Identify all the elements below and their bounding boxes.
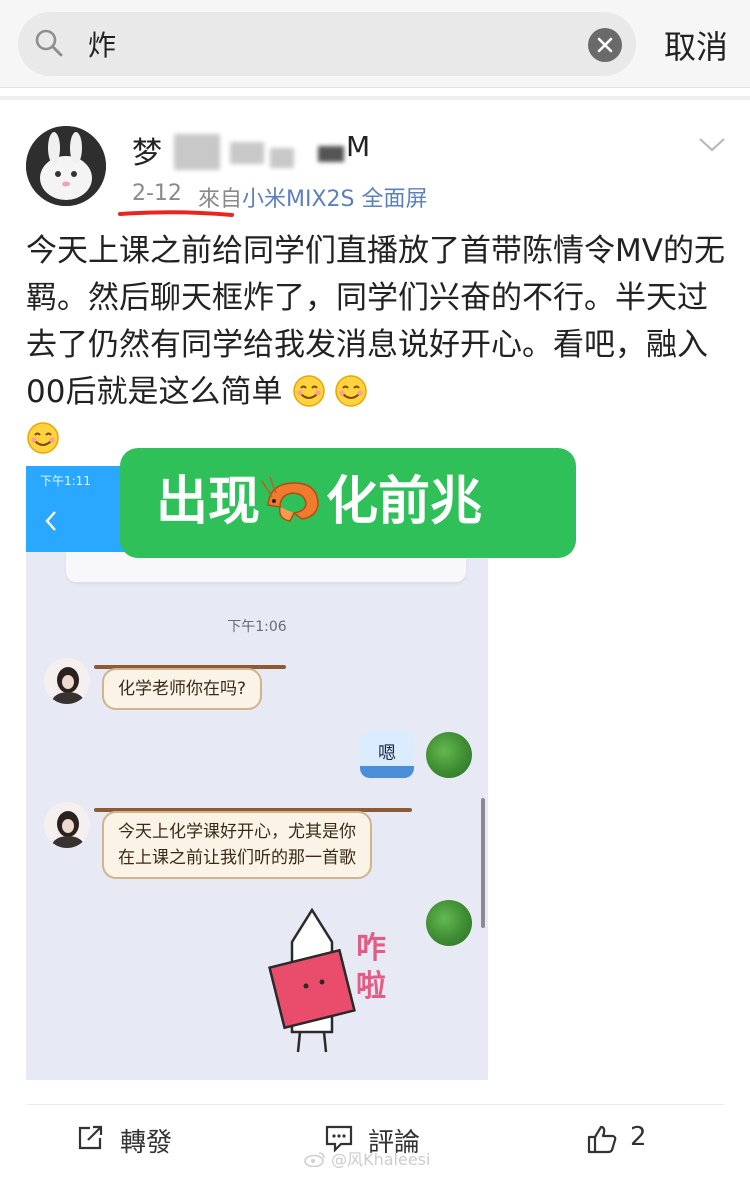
search-header: 炸 取消 xyxy=(0,0,750,88)
message-bubble-self: 嗯 xyxy=(360,730,414,778)
shrimp-icon xyxy=(261,476,319,522)
like-count: 2 xyxy=(630,1122,647,1152)
teacher-avatar xyxy=(426,732,472,778)
username-blur xyxy=(230,142,264,164)
message-line: 在上课之前让我们听的那一首歌 xyxy=(118,848,356,868)
bubble-wave xyxy=(360,766,414,778)
chat-timestamp: 下午1:06 xyxy=(227,619,287,635)
search-input[interactable]: 炸 xyxy=(88,24,116,64)
source-device[interactable]: 小米MIX2S 全面屏 xyxy=(242,187,428,212)
overlay-label: 出现 化前兆 xyxy=(120,448,576,558)
post-text: 今天上课之前给同学们直播放了首带陈情令MV的无羁。然后聊天框炸了，同学们兴奋的不… xyxy=(26,228,726,463)
student-avatar xyxy=(44,802,90,848)
back-icon xyxy=(45,511,56,531)
overlay-text-after: 化前兆 xyxy=(326,472,483,532)
sticker-char: 咋 xyxy=(356,931,386,966)
message-bubble: 今天上化学课好开心，尤其是你 在上课之前让我们听的那一首歌 xyxy=(102,811,372,879)
share-icon xyxy=(78,1125,103,1150)
sticker-image xyxy=(268,907,356,1053)
clear-icon[interactable] xyxy=(588,28,622,62)
username-tail: M xyxy=(346,130,371,163)
post-image[interactable]: 下午1:11 下午1:06 化学老师你在吗? 嗯 今天上化学课好开心，尤其是你 … xyxy=(26,466,488,1080)
smiley-icon xyxy=(335,375,368,407)
search-icon xyxy=(35,29,63,57)
username-blur xyxy=(270,148,294,168)
red-underline-mark xyxy=(118,210,234,217)
watermark: @风Khaleesi xyxy=(304,1146,430,1170)
avatar[interactable] xyxy=(26,126,106,206)
smiley-icon xyxy=(293,375,326,407)
smiley-icon xyxy=(27,422,59,454)
sticker-char: 啦 xyxy=(356,969,386,1004)
watermark-text: @风Khaleesi xyxy=(331,1150,431,1169)
overlay-text-before: 出现 xyxy=(156,472,261,532)
section-separator xyxy=(0,96,750,100)
sticker-text: 咋 啦 xyxy=(356,930,386,1006)
post-body: 今天上课之前给同学们直播放了首带陈情令MV的无羁。然后聊天框炸了，同学们兴奋的不… xyxy=(26,233,725,410)
post-date: 2-12 xyxy=(132,181,182,206)
username-blur xyxy=(318,146,344,162)
repost-button[interactable]: 轉發 xyxy=(76,1120,196,1160)
message-bubble: 化学老师你在吗? xyxy=(102,668,263,710)
action-divider xyxy=(26,1104,724,1105)
overlay-text: 出现 化前兆 xyxy=(156,470,482,534)
repost-label: 轉發 xyxy=(120,1128,173,1158)
thumbs-up-icon xyxy=(587,1125,617,1154)
cancel-button[interactable]: 取消 xyxy=(664,22,728,68)
username[interactable]: 梦 xyxy=(132,128,162,172)
scrollbar[interactable] xyxy=(481,798,485,928)
status-time: 下午1:11 xyxy=(40,474,91,488)
student-avatar xyxy=(44,658,90,704)
username-blur xyxy=(174,134,220,170)
message-text: 化学老师你在吗? xyxy=(118,679,247,699)
message-line: 今天上化学课好开心，尤其是你 xyxy=(118,822,356,842)
like-button[interactable]: 2 xyxy=(586,1120,666,1160)
chevron-down-icon[interactable] xyxy=(698,136,726,154)
weibo-icon xyxy=(304,1152,325,1168)
message-text: 嗯 xyxy=(378,743,396,764)
